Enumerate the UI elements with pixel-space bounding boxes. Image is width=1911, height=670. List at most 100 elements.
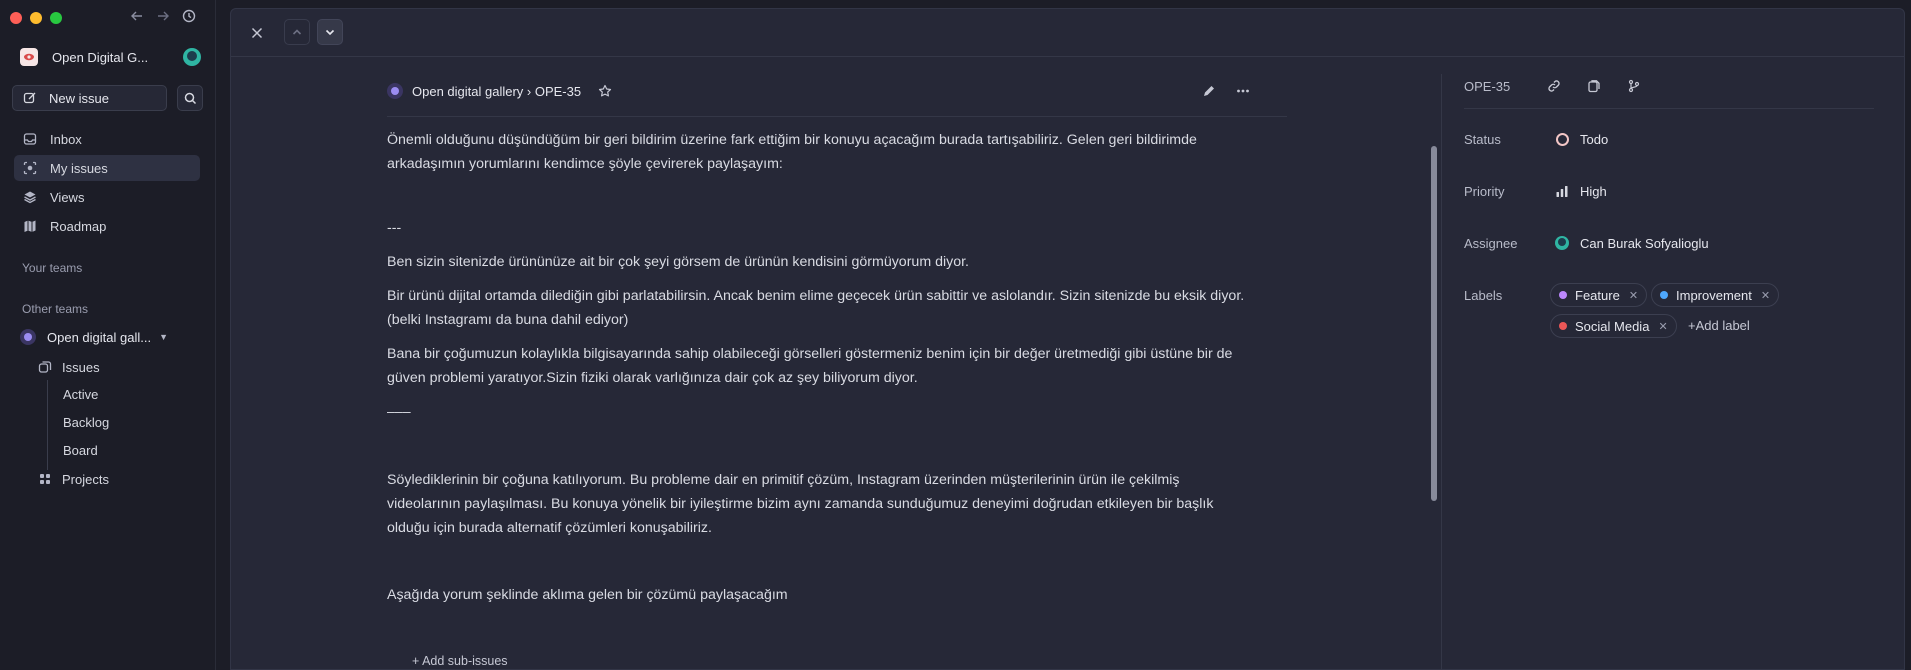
status-row: Status Todo [1464, 128, 1884, 150]
status-value: Todo [1580, 131, 1609, 147]
back-arrow-icon[interactable] [130, 9, 144, 23]
chevron-up-icon [292, 29, 302, 35]
sidebar-item-label: Views [50, 189, 85, 205]
content-scrollbar[interactable] [1431, 146, 1437, 501]
sidebar-item-label: Inbox [50, 131, 82, 147]
compose-icon [23, 92, 36, 104]
label-color-dot [1660, 291, 1668, 299]
add-sub-issues-button[interactable]: + Add sub-issues [412, 654, 508, 668]
team-icon [387, 83, 403, 99]
label-chip-improvement[interactable]: Improvement ✕ [1651, 283, 1780, 307]
sidebar-item-inbox[interactable]: Inbox [14, 126, 200, 152]
issue-header: Open digital gallery › OPE-35 [387, 80, 1287, 102]
add-label-button[interactable]: +Add label [1688, 318, 1750, 333]
copy-id-icon[interactable] [1586, 78, 1602, 94]
close-icon [251, 27, 263, 39]
workspace-name: Open Digital G... [52, 49, 149, 65]
team-item-label: Projects [62, 471, 109, 487]
favorite-star-icon[interactable] [597, 83, 613, 99]
priority-value: High [1580, 183, 1607, 199]
description-paragraph: Ben sizin sitenizde ürününüze ait bir ço… [387, 254, 969, 270]
panel-toolbar [231, 9, 1904, 57]
more-options-icon[interactable] [1235, 83, 1251, 99]
tree-line [47, 380, 48, 470]
team-item-projects[interactable]: Projects [38, 468, 109, 490]
workspace-switcher[interactable]: Open Digital G... [20, 46, 201, 68]
sidebar-item-label: Roadmap [50, 218, 107, 234]
priority-bars-icon [1554, 183, 1570, 199]
my-issues-icon [22, 160, 38, 176]
assignee-selector[interactable]: Can Burak Sofyalioglu [1554, 235, 1709, 251]
team-icon [20, 329, 36, 345]
team-item-active[interactable]: Active [63, 385, 98, 405]
git-branch-icon[interactable] [1626, 78, 1642, 94]
description-paragraph: Bana bir çoğumuzun kolaylıkla bilgisayar… [387, 346, 1233, 386]
remove-label-icon[interactable]: ✕ [1761, 289, 1770, 302]
chevron-down-icon [325, 29, 335, 36]
assignee-value: Can Burak Sofyalioglu [1580, 235, 1709, 251]
remove-label-icon[interactable]: ✕ [1629, 289, 1638, 302]
description-paragraph: Söylediklerinin bir çoğuna katılıyorum. … [387, 472, 1214, 536]
new-issue-button[interactable]: New issue [12, 85, 167, 111]
edit-pencil-icon[interactable] [1201, 83, 1217, 99]
label-chip-feature[interactable]: Feature ✕ [1550, 283, 1648, 307]
search-button[interactable] [177, 85, 203, 111]
remove-label-icon[interactable]: ✕ [1658, 320, 1667, 333]
projects-grid-icon [40, 474, 50, 484]
layers-icon [22, 189, 38, 205]
status-selector[interactable]: Todo [1554, 131, 1608, 147]
new-issue-label: New issue [49, 90, 109, 106]
team-item-backlog[interactable]: Backlog [63, 413, 109, 433]
properties-header: OPE-35 [1464, 74, 1884, 98]
issue-actions [1201, 80, 1251, 102]
description-paragraph: Bir ürünü dijital ortamda dilediğin gibi… [387, 288, 1245, 328]
todo-status-icon [1554, 131, 1570, 147]
assignee-avatar [1554, 235, 1570, 251]
label-color-dot [1559, 291, 1567, 299]
sidebar-item-roadmap[interactable]: Roadmap [14, 213, 200, 239]
issues-icon [38, 361, 52, 373]
label-name: Feature [1575, 287, 1620, 303]
history-clock-icon[interactable] [182, 9, 196, 23]
priority-selector[interactable]: High [1554, 183, 1607, 199]
properties-divider [1441, 74, 1442, 670]
sidebar: Open Digital G... New issue Inbox My iss… [0, 0, 216, 670]
issue-description[interactable]: Önemli olduğunu düşündüğüm bir geri bild… [387, 128, 1247, 607]
description-paragraph: Aşağıda yorum şeklinde aklıma gelen bir … [387, 587, 788, 603]
your-teams-heading: Your teams [22, 261, 83, 275]
team-item-issues[interactable]: Issues [38, 356, 100, 378]
close-window-button[interactable] [10, 12, 22, 24]
next-issue-button[interactable] [317, 19, 343, 45]
previous-issue-button[interactable] [284, 19, 310, 45]
caret-down-icon[interactable]: ▼ [159, 332, 168, 342]
workspace-logo-icon [20, 48, 38, 66]
team-item-board[interactable]: Board [63, 441, 98, 461]
team-open-digital-gallery[interactable]: Open digital gall... ▼ [20, 326, 168, 348]
assignee-label: Assignee [1464, 235, 1518, 251]
user-avatar[interactable] [183, 48, 201, 66]
properties-divider-line [1464, 108, 1874, 109]
forward-arrow-icon[interactable] [156, 9, 170, 23]
priority-label: Priority [1464, 183, 1505, 199]
other-teams-heading: Other teams [22, 302, 89, 316]
copy-link-icon[interactable] [1546, 78, 1562, 94]
team-item-label: Issues [62, 359, 100, 375]
labels-label: Labels [1464, 287, 1503, 303]
sidebar-item-my-issues[interactable]: My issues [14, 155, 200, 181]
label-color-dot [1559, 322, 1567, 330]
sidebar-item-label: My issues [50, 160, 108, 176]
assignee-row: Assignee Can Burak Sofyalioglu [1464, 232, 1884, 254]
close-panel-button[interactable] [247, 23, 267, 43]
label-name: Social Media [1575, 318, 1650, 334]
label-chip-social-media[interactable]: Social Media ✕ [1550, 314, 1677, 338]
priority-row: Priority High [1464, 180, 1884, 202]
team-name: Open digital gall... [47, 329, 152, 345]
breadcrumb[interactable]: Open digital gallery › OPE-35 [412, 84, 581, 99]
maximize-window-button[interactable] [50, 12, 62, 24]
window-controls [10, 12, 62, 24]
search-icon [184, 92, 196, 104]
header-divider [387, 116, 1287, 117]
sidebar-item-views[interactable]: Views [14, 184, 200, 210]
inbox-icon [22, 131, 38, 147]
minimize-window-button[interactable] [30, 12, 42, 24]
